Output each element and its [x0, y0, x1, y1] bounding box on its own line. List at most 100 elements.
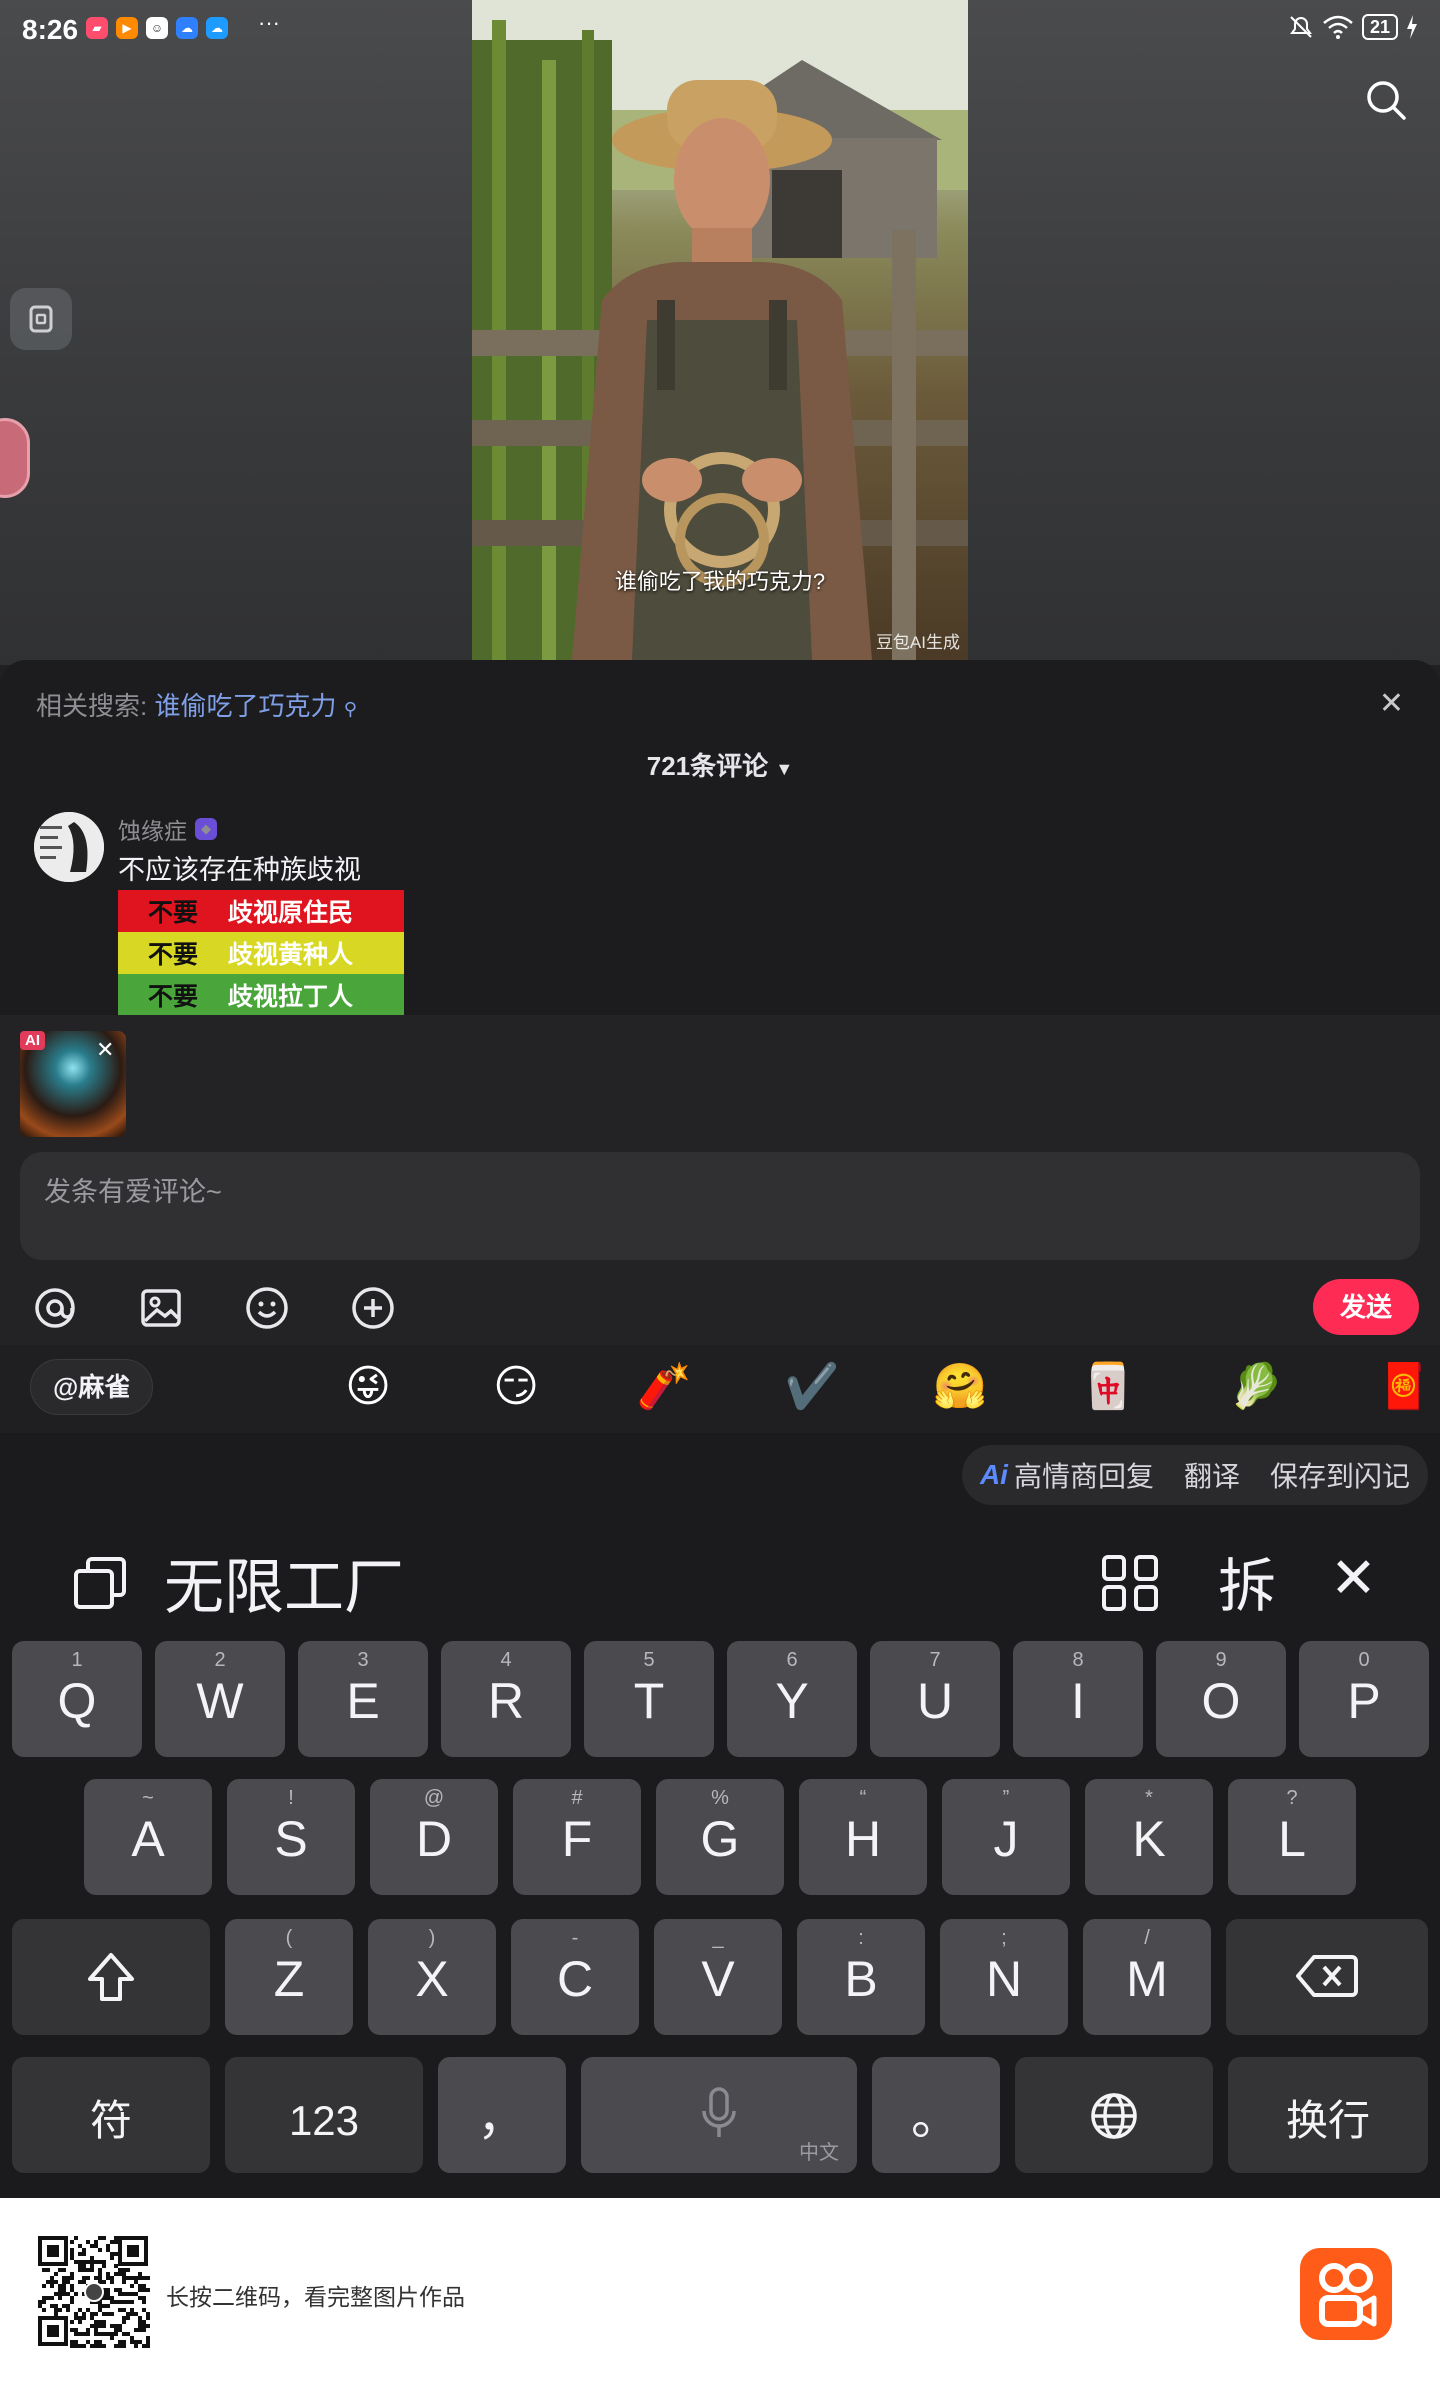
side-avatar[interactable] — [0, 418, 30, 498]
close-icon[interactable]: ✕ — [1379, 686, 1404, 721]
key-v[interactable]: _ V — [654, 1919, 782, 2035]
key-o[interactable]: 9O — [1156, 1641, 1286, 1757]
remove-attachment-close-icon[interactable]: ✕ — [96, 1037, 114, 1063]
emoji-mahjong[interactable]: 🀄 — [1080, 1359, 1136, 1415]
period-key[interactable]: 。 — [872, 2057, 1000, 2173]
avatar[interactable] — [34, 812, 104, 882]
add-more-icon[interactable] — [348, 1283, 398, 1333]
emoji-hug[interactable]: 🤗 — [932, 1359, 988, 1415]
language-switch-key[interactable] — [1015, 2057, 1213, 2173]
numbers-key[interactable]: 123 — [225, 2057, 423, 2173]
suggestion-row: @麻雀 😜 😏 🧨 ✔️ 🤗 🀄 🥬 🧧 — [0, 1345, 1440, 1433]
key-e[interactable]: 3E — [298, 1641, 428, 1757]
emoji-picker-icon[interactable] — [242, 1283, 292, 1333]
backspace-key[interactable] — [1226, 1919, 1428, 2035]
comment-input[interactable]: 发条有爱评论~ — [20, 1152, 1420, 1260]
save-to-notes-button[interactable]: 保存到闪记 — [1270, 1455, 1410, 1495]
key-b[interactable]: :B — [797, 1919, 925, 2035]
key-c[interactable]: -C — [511, 1919, 639, 2035]
emoji-vegetable[interactable]: 🥬 — [1228, 1359, 1284, 1415]
key-s[interactable]: ! S — [227, 1779, 355, 1895]
symbols-key[interactable]: 符 — [12, 2057, 210, 2173]
key-label: M — [1126, 1951, 1168, 2007]
key-f[interactable]: # F — [513, 1779, 641, 1895]
comments-panel: 相关搜索: 谁偷吃了巧克力 ⚲ ✕ 721条评论 ▼ 蚀缘症 ◆ 不应该存在种族… — [0, 660, 1440, 1015]
kuaishou-logo-icon[interactable] — [1300, 2248, 1392, 2340]
key-w[interactable]: 2W — [155, 1641, 285, 1757]
image-picker-icon[interactable] — [136, 1283, 186, 1333]
key-q[interactable]: 1Q — [12, 1641, 142, 1757]
emoji-firecracker[interactable]: 🧨 — [636, 1359, 692, 1415]
shift-key[interactable] — [12, 1919, 210, 2035]
key-label: U — [916, 1673, 954, 1729]
comment-count[interactable]: 721条评论 ▼ — [0, 746, 1440, 783]
key-label: R — [487, 1673, 525, 1729]
image-row-text: 歧视原住民 — [228, 899, 354, 927]
translate-button[interactable]: 翻译 — [1184, 1455, 1240, 1495]
copy-icon[interactable] — [72, 1555, 128, 1611]
key-sub-label: / — [1144, 1927, 1150, 1949]
more-notifications-icon: ··· — [258, 10, 280, 35]
key-a[interactable]: ~ A — [84, 1779, 212, 1895]
space-key[interactable]: 中文 — [581, 2057, 857, 2173]
emoji-red-envelope[interactable]: 🧧 — [1376, 1359, 1432, 1415]
candidate-word[interactable]: 无限工厂 — [164, 1539, 404, 1626]
key-l[interactable]: ? L — [1228, 1779, 1356, 1895]
related-search-link[interactable]: 谁偷吃了巧克力 — [154, 691, 336, 721]
grid-apps-icon[interactable] — [1100, 1553, 1160, 1613]
user-level-badge-icon: ◆ — [195, 818, 217, 840]
mention-at-icon[interactable] — [30, 1283, 80, 1333]
charging-icon — [1407, 15, 1417, 39]
key-u[interactable]: 7U — [870, 1641, 1000, 1757]
key-r[interactable]: 4R — [441, 1641, 571, 1757]
key-p[interactable]: 0P — [1299, 1641, 1429, 1757]
key-h[interactable]: “H — [799, 1779, 927, 1895]
key-x[interactable]: ) X — [368, 1919, 496, 2035]
username-text: 蚀缘症 — [118, 818, 187, 844]
search-icon[interactable] — [1364, 78, 1408, 122]
key-m[interactable]: / M — [1083, 1919, 1211, 2035]
key-label: F — [561, 1811, 593, 1867]
video-player[interactable]: 谁偷吃了我的巧克力? 豆包AI生成 — [472, 0, 968, 660]
key-sub-label: 8 — [1072, 1649, 1084, 1671]
key-label: V — [701, 1951, 735, 2007]
key-label: J — [993, 1811, 1019, 1867]
close-candidates-icon[interactable]: ✕ — [1330, 1545, 1377, 1611]
status-bar: 8:26 ▰ ▶ ☺ ☁ ☁ ··· 21 — [0, 0, 1440, 60]
cloud-app-icon: ☁ — [176, 17, 198, 39]
key-i[interactable]: 8I — [1013, 1641, 1143, 1757]
key-j[interactable]: ” J — [942, 1779, 1070, 1895]
key-y[interactable]: 6Y — [727, 1641, 857, 1757]
split-character-button[interactable]: 拆 — [1218, 1539, 1276, 1623]
comment-image-row: 不要 歧视黄种人 — [118, 932, 404, 974]
comment-image[interactable]: 不要 歧视原住民 不要 歧视黄种人 不要 歧视拉丁人 — [118, 890, 404, 1015]
microphone-icon — [702, 2087, 736, 2137]
key-sub-label: 0 — [1358, 1649, 1370, 1671]
backspace-icon — [1296, 1955, 1358, 1997]
space-language-hint: 中文 — [799, 2142, 839, 2164]
qr-code[interactable] — [38, 2236, 150, 2348]
floating-window-button[interactable] — [10, 288, 72, 350]
ai-tools-bar: Ai 高情商回复 翻译 保存到闪记 — [961, 1445, 1428, 1505]
mention-suggestion-chip[interactable]: @麻雀 — [30, 1359, 154, 1415]
emoji-smirk[interactable]: 😏 — [488, 1359, 544, 1415]
key-t[interactable]: 5T — [584, 1641, 714, 1757]
key-label: H — [844, 1811, 882, 1867]
key-z[interactable]: (Z — [225, 1919, 353, 2035]
key-k[interactable]: * K — [1085, 1779, 1213, 1895]
key-label: E — [346, 1673, 380, 1729]
related-search: 相关搜索: 谁偷吃了巧克力 ⚲ — [36, 686, 357, 723]
key-g[interactable]: % G — [656, 1779, 784, 1895]
video-scene — [472, 0, 968, 660]
emoji-wink-tongue[interactable]: 😜 — [340, 1359, 396, 1415]
shift-arrow-icon — [88, 1953, 134, 2001]
key-d[interactable]: @ D — [370, 1779, 498, 1895]
emoji-checkmark[interactable]: ✔️ — [784, 1359, 840, 1415]
key-n[interactable]: ; N — [940, 1919, 1068, 2035]
key-label: Y — [775, 1673, 809, 1729]
comma-key[interactable]: ， — [438, 2057, 566, 2173]
enter-key[interactable]: 换行 — [1228, 2057, 1428, 2173]
smart-reply-button[interactable]: 高情商回复 — [1014, 1455, 1154, 1495]
comment-username[interactable]: 蚀缘症 ◆ — [118, 812, 217, 846]
send-button[interactable]: 发送 — [1313, 1279, 1419, 1335]
